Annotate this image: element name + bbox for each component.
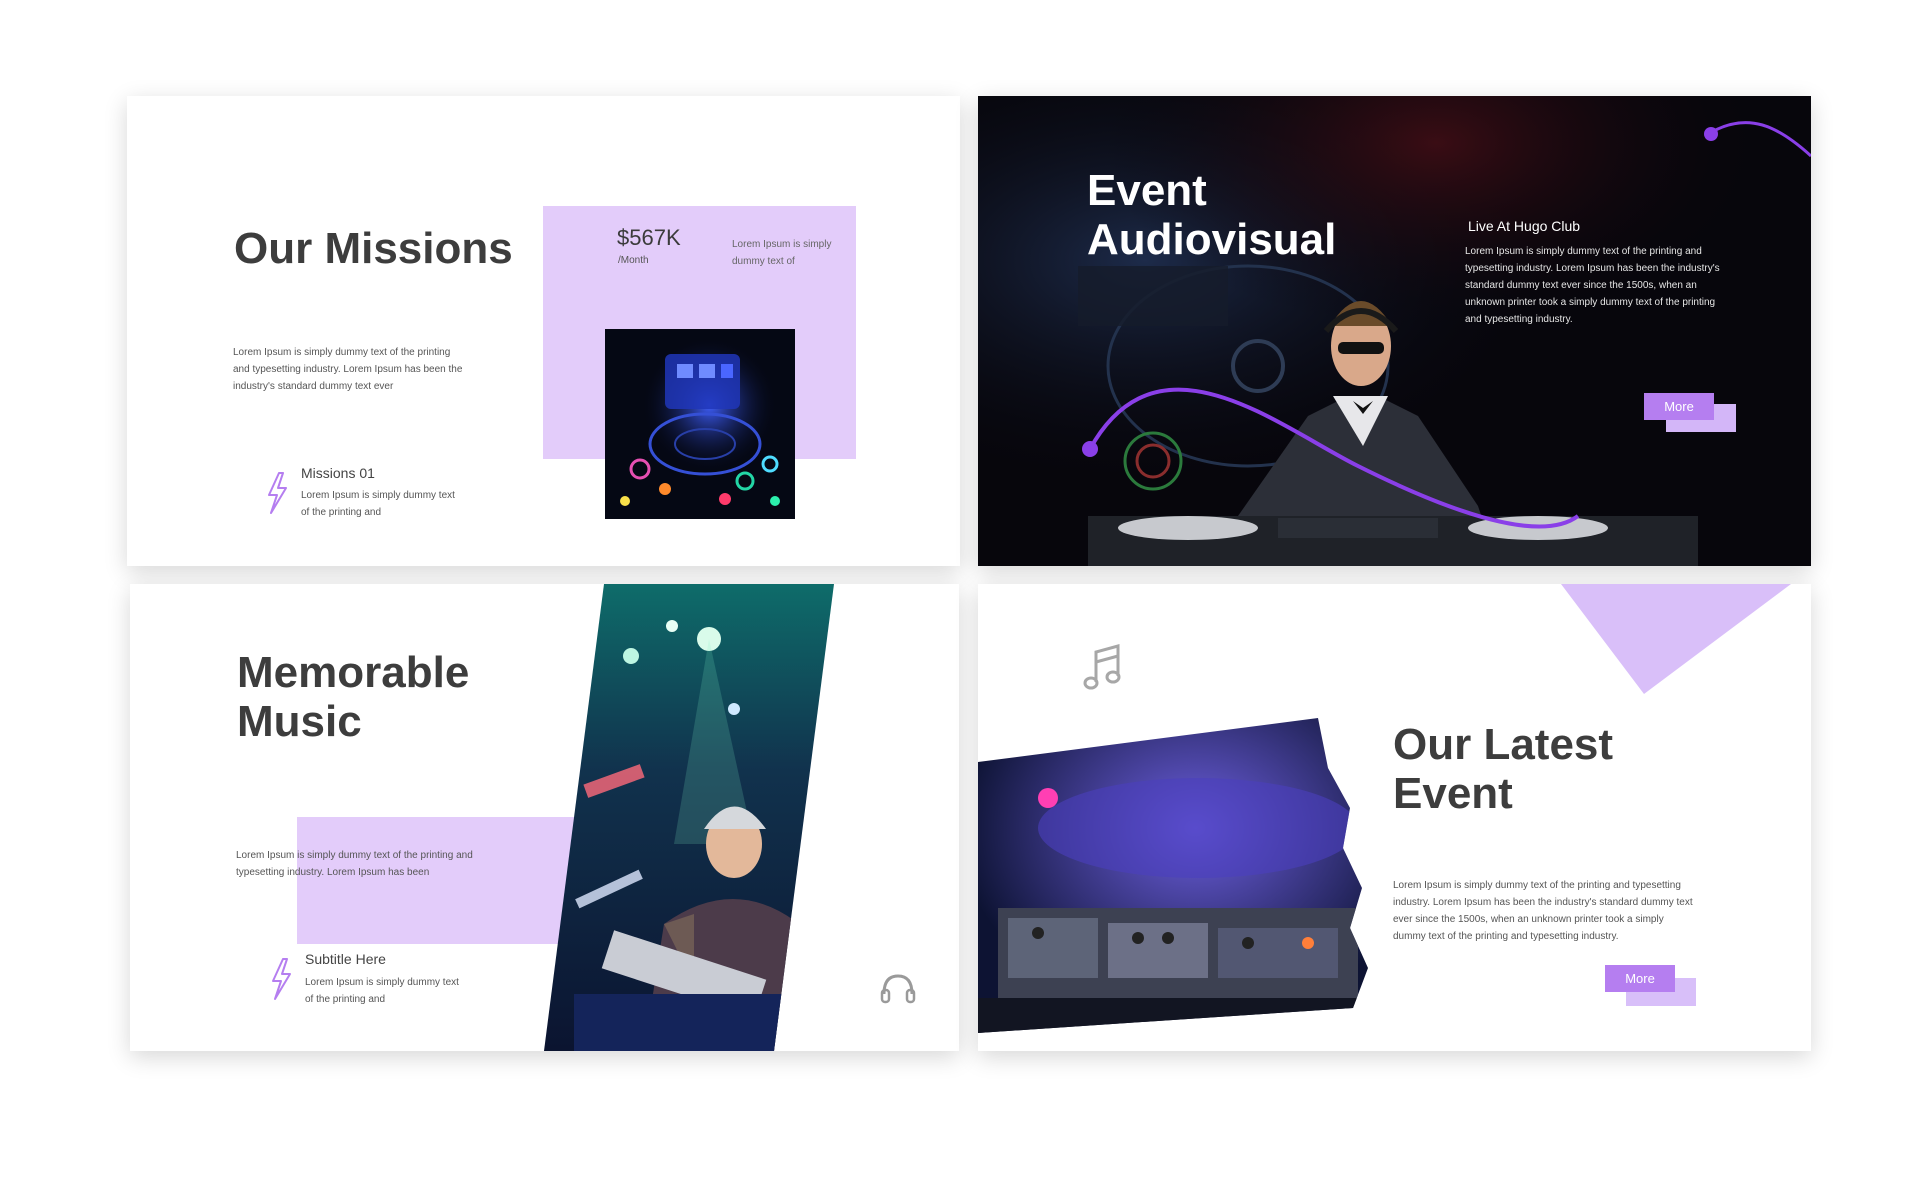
slide-title: Our Latest Event: [1393, 720, 1613, 819]
event-description: Lorem Ipsum is simply dummy text of the …: [1393, 880, 1693, 942]
mission-item-description: Lorem Ipsum is simply dummy text of the …: [301, 490, 455, 518]
mission-item-title: Missions 01: [301, 465, 375, 481]
title-line-2: Event: [1393, 769, 1513, 819]
price-description: Lorem Ipsum is simply dummy text of: [732, 239, 832, 267]
subtitle: Subtitle Here: [305, 951, 386, 967]
title-line-1: Event: [1087, 166, 1207, 215]
accent-triangle: [1561, 584, 1791, 699]
subtitle-description: Lorem Ipsum is simply dummy text of the …: [305, 977, 459, 1005]
slide-event-audiovisual[interactable]: Event Audiovisual Live At Hugo Club Lore…: [978, 96, 1811, 566]
title-line-2: Music: [237, 697, 362, 747]
slide-our-missions[interactable]: Our Missions $567K /Month Lorem Ipsum is…: [127, 96, 960, 566]
slide-title: Our Missions: [234, 224, 513, 273]
lightning-icon: [269, 957, 293, 1006]
headphones-icon: [880, 972, 916, 1009]
title-line-2: Audiovisual: [1087, 215, 1337, 265]
mission-description: Lorem Ipsum is simply dummy text of the …: [233, 347, 463, 392]
more-button[interactable]: More: [1605, 965, 1675, 992]
price-value: $567K: [617, 225, 681, 250]
slide-memorable-music[interactable]: Memorable Music Lorem Ipsum is simply du…: [130, 584, 959, 1051]
music-notes-icon: [1082, 642, 1128, 699]
music-gear-photo: [978, 718, 1373, 1033]
slide-title: Event Audiovisual: [1087, 166, 1336, 265]
dj-mixer-photo: [605, 329, 795, 519]
lightning-icon: [265, 471, 289, 520]
slide-title: Memorable Music: [237, 648, 469, 747]
more-button[interactable]: More: [1644, 393, 1714, 420]
dj-booth-photo: [544, 584, 834, 1051]
music-description: Lorem Ipsum is simply dummy text of the …: [236, 850, 473, 878]
event-subtitle: Live At Hugo Club: [1468, 218, 1581, 234]
event-description: Lorem Ipsum is simply dummy text of the …: [1465, 246, 1720, 325]
title-line-1: Memorable: [237, 648, 470, 697]
price-unit: /Month: [618, 255, 649, 266]
slide-our-latest-event[interactable]: Our Latest Event Lorem Ipsum is simply d…: [978, 584, 1811, 1051]
title-line-1: Our Latest: [1393, 720, 1614, 769]
